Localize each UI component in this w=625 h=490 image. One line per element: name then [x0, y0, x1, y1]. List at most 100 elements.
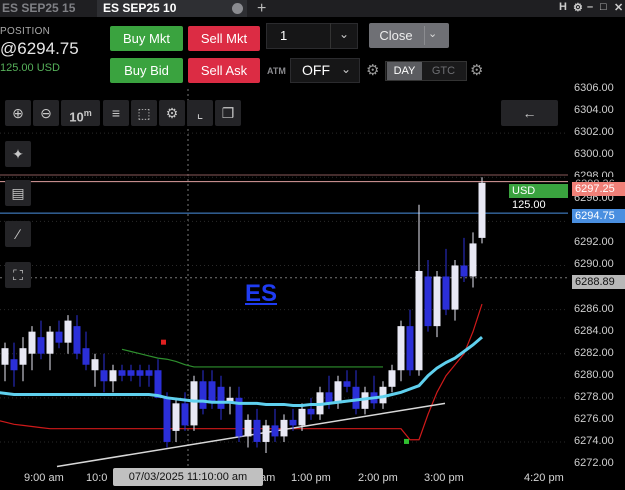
tab-es-15[interactable]: ES SEP25 15 — [0, 0, 98, 17]
price-axis-label: 6300.00 — [574, 148, 614, 161]
sell-mkt-button[interactable]: Sell Mkt — [188, 26, 260, 51]
maximize-icon[interactable]: □ — [600, 1, 607, 13]
line-tool-icon[interactable]: ∕ — [5, 221, 31, 247]
candle-body — [244, 419, 252, 437]
gear-icon[interactable]: ⚙ — [470, 61, 483, 79]
candle-body — [460, 265, 468, 277]
candle-body — [190, 381, 198, 426]
candle-body — [163, 397, 171, 442]
buy-mkt-button[interactable]: Buy Mkt — [110, 26, 183, 51]
interval-value: 10 — [69, 109, 84, 125]
candle-body — [19, 348, 27, 365]
close-button-label[interactable]: Close — [369, 23, 423, 48]
crosshair-icon[interactable]: ✦ — [5, 141, 31, 167]
candle-body — [64, 320, 72, 343]
candle-body — [208, 381, 216, 404]
atm-label: ATM — [267, 66, 286, 76]
candle-body — [82, 348, 90, 365]
price-axis-label: 6278.00 — [574, 390, 614, 403]
candle-body — [388, 370, 396, 387]
candle-body — [181, 403, 189, 426]
templates-icon[interactable]: ❐ — [215, 100, 241, 126]
candle-body — [289, 419, 297, 426]
lock-icon[interactable]: ⛶ — [5, 262, 31, 288]
zoom-out-icon[interactable]: ⊖ — [33, 100, 59, 126]
time-axis-label: 3:00 pm — [424, 472, 464, 484]
indicators-icon[interactable]: ⌞ — [187, 100, 213, 126]
tab-close-icon[interactable] — [232, 3, 243, 14]
gear-icon[interactable]: ⚙ — [573, 1, 583, 14]
chevron-down-icon[interactable]: ⌄ — [341, 62, 351, 76]
candle-body — [334, 381, 342, 404]
candle-body — [10, 359, 18, 371]
back-arrow-button[interactable]: ← — [501, 100, 558, 126]
candle-body — [424, 276, 432, 327]
candle-body — [298, 408, 306, 426]
candle-body — [217, 386, 225, 409]
signal-marker — [161, 339, 166, 345]
bar-type-icon[interactable]: ≡ — [103, 100, 129, 126]
tif-day-option[interactable]: DAY — [387, 62, 422, 80]
time-axis-label: 9:00 am — [24, 472, 64, 484]
candle-body — [91, 359, 99, 371]
candle-body — [172, 403, 180, 431]
sell-ask-button[interactable]: Sell Ask — [188, 58, 260, 83]
entry-price-tag: 6294.75 — [572, 209, 625, 223]
candle-body — [28, 331, 36, 354]
candle-body — [442, 276, 450, 310]
candle-body — [469, 243, 477, 277]
candle-body — [253, 419, 261, 442]
tab-interval: 10 — [163, 1, 177, 15]
candle-body — [154, 370, 162, 398]
tab-label: ES SEP25 — [103, 1, 160, 15]
candle-body — [55, 331, 63, 343]
candle-body — [307, 408, 315, 415]
zoom-in-icon[interactable]: ⊕ — [5, 100, 31, 126]
price-axis-label: 6286.00 — [574, 302, 614, 315]
close-icon[interactable]: ✕ — [614, 1, 623, 14]
candle-body — [451, 265, 459, 310]
quantity-divider — [330, 23, 331, 49]
candle-body — [433, 276, 441, 327]
price-axis-label: 6292.00 — [574, 236, 614, 249]
candle-body — [136, 370, 144, 376]
candle-body — [73, 326, 81, 354]
position-pnl-tag: USD 125.00 — [509, 184, 568, 211]
last-price-tag: 6297.25 — [572, 182, 625, 196]
tab-es-10[interactable]: ES SEP25 10 — [97, 0, 247, 17]
tif-gtc-option[interactable]: GTC — [426, 62, 461, 80]
minimize-icon[interactable]: – — [587, 1, 593, 13]
buy-bid-button[interactable]: Buy Bid — [110, 58, 183, 83]
candle-body — [397, 326, 405, 371]
price-axis-label: 6272.00 — [574, 457, 614, 469]
crosshair-price-tag: 6288.89 — [572, 275, 625, 289]
candle-body — [352, 386, 360, 409]
crosshair-time-tag: 07/03/2025 11:10:00 am — [113, 468, 263, 486]
candle-body — [46, 331, 54, 354]
help-icon[interactable]: H — [559, 1, 567, 13]
interval-button[interactable]: 10m — [61, 100, 100, 126]
candle-body — [199, 381, 207, 409]
chevron-down-icon[interactable]: ⌄ — [428, 27, 437, 40]
price-axis-label: 6302.00 — [574, 126, 614, 139]
price-axis-label: 6280.00 — [574, 368, 614, 381]
position-pnl: 125.00 USD — [0, 62, 60, 74]
price-axis-label: 6276.00 — [574, 412, 614, 425]
gear-icon[interactable]: ⚙ — [159, 100, 185, 126]
price-axis-label: 6304.00 — [574, 104, 614, 117]
new-tab-button[interactable]: + — [257, 0, 266, 17]
atm-value: OFF — [302, 62, 330, 78]
candle-body — [406, 326, 414, 371]
gear-icon[interactable]: ⚙ — [366, 61, 379, 79]
tab-label: ES SEP25 — [2, 1, 59, 15]
price-axis-label: 6306.00 — [574, 82, 614, 94]
chart-annotation-es[interactable]: ES — [245, 280, 277, 308]
selection-icon[interactable]: ⬚ — [131, 100, 157, 126]
position-value: @6294.75 — [0, 39, 79, 58]
interval-unit: m — [83, 108, 92, 118]
candle-body — [127, 370, 135, 376]
chevron-down-icon[interactable]: ⌄ — [339, 27, 349, 41]
chart-canvas[interactable] — [0, 89, 625, 490]
notes-icon[interactable]: ▤ — [5, 180, 31, 206]
candle-body — [343, 381, 351, 387]
